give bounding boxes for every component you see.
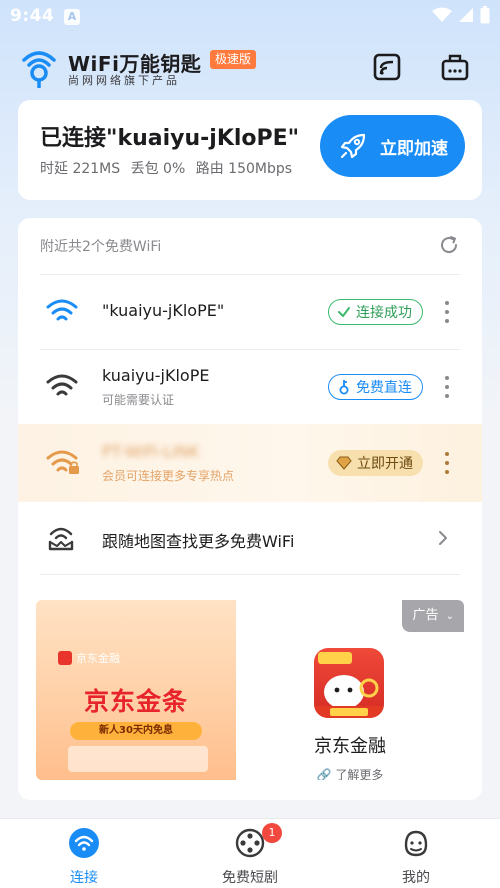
app-header: WiFi万能钥匙 极速版 尚网网络旗下产品 [0, 40, 500, 92]
nearby-heading: 附近共2个免费WiFi [40, 239, 162, 255]
map-search-label: 跟随地图查找更多免费WiFi [102, 532, 295, 551]
tab-short-drama[interactable]: 1 免费短剧 [190, 823, 310, 887]
ad-label-dropdown[interactable]: 广告 ⌄ [402, 600, 464, 632]
bottom-navigation: 连接 1 免费短剧 我的 [0, 818, 500, 888]
connection-stats: 时延 221MS 丢包 0% 路由 150Mbps [40, 158, 298, 178]
status-time: 9:44 [10, 6, 55, 26]
more-options-icon[interactable] [443, 452, 451, 474]
jd-finance-app-icon [314, 648, 384, 718]
learn-more-label: 了解更多 [335, 768, 384, 780]
map-wifi-icon [48, 527, 74, 551]
mascot-icon [314, 652, 384, 718]
free-connect-button[interactable]: 免费直连 [328, 374, 423, 400]
chevron-down-icon: ⌄ [445, 611, 454, 622]
tab-me[interactable]: 我的 [356, 823, 476, 887]
connection-status-card: 已连接"kuaiyu-jKloPE" 时延 221MS 丢包 0% 路由 150… [18, 100, 482, 200]
diamond-icon [336, 456, 352, 470]
connect-wifi-icon [69, 828, 99, 858]
profile-face-icon [404, 830, 428, 857]
wifi-key-logo-icon [22, 51, 56, 88]
ad-tagline: 新人30天内免息 [70, 722, 202, 740]
latency-stat: 时延 221MS [40, 161, 121, 177]
pill-label: 免费直连 [356, 380, 412, 396]
packet-loss-stat: 丢包 0% [130, 161, 186, 177]
ad-brand: 京东金融 [58, 650, 120, 666]
cast-button[interactable] [370, 50, 404, 84]
refresh-icon[interactable] [438, 234, 460, 256]
map-search-link[interactable]: 跟随地图查找更多免费WiFi [18, 502, 482, 574]
toolbox-button[interactable] [438, 50, 472, 84]
pill-label: 立即开通 [357, 456, 413, 472]
ad-learn-more[interactable]: 🔗 了解更多 [236, 766, 464, 780]
status-icons [432, 6, 490, 24]
toolbox-icon [441, 54, 469, 81]
open-vip-button[interactable]: 立即开通 [328, 450, 423, 476]
ad-brand-label: 京东金融 [76, 652, 120, 665]
wifi-name: "kuaiyu-jKloPE" [102, 301, 225, 320]
jd-logo-icon [58, 651, 72, 665]
link-icon: 🔗 [316, 768, 332, 780]
more-options-icon[interactable] [443, 376, 451, 398]
tab-label: 免费短剧 [222, 870, 278, 886]
wifi-auth-note: 可能需要认证 [102, 393, 175, 407]
connected-network-title: 已连接"kuaiyu-jKloPE" [40, 126, 300, 151]
nearby-wifi-card: 附近共2个免费WiFi "kuaiyu-jKloPE" 连接成功 kuaiyu-… [18, 218, 482, 800]
more-options-icon[interactable] [443, 301, 451, 323]
wifi-list-item[interactable]: "kuaiyu-jKloPE" 连接成功 [18, 275, 482, 349]
wifi-list-item[interactable]: kuaiyu-jKloPE 可能需要认证 免费直连 [18, 350, 482, 424]
ad-headline: 京东金条 [83, 687, 188, 716]
divider [40, 574, 460, 575]
wifi-name: kuaiyu-jKloPE [102, 366, 210, 385]
notification-icon: A [64, 9, 80, 25]
ad-banner[interactable]: 京东金融 京东金条 新人30天内免息 广告 ⌄ 京东金融 🔗 了解更多 [36, 600, 464, 780]
app-subtitle: 尚网网络旗下产品 [68, 74, 180, 87]
edition-badge: 极速版 [210, 50, 257, 69]
ad-promo-image[interactable]: 京东金融 京东金条 新人30天内免息 [36, 600, 236, 780]
tab-label: 我的 [402, 870, 430, 886]
check-icon [338, 307, 350, 317]
wifi-signal-icon [432, 7, 452, 22]
accelerate-button[interactable]: 立即加速 [320, 115, 465, 177]
notification-badge: 1 [262, 823, 282, 843]
pill-label: 连接成功 [356, 305, 412, 321]
ad-tag-label: 广告 [412, 608, 439, 623]
chevron-right-icon [439, 531, 447, 545]
rocket-icon [340, 133, 366, 159]
battery-icon [480, 6, 490, 24]
accelerate-label: 立即加速 [380, 138, 448, 159]
tab-connect[interactable]: 连接 [24, 823, 144, 887]
key-icon [339, 380, 349, 395]
wifi-name-blurred: PT-WiFi-LINK [102, 442, 200, 461]
status-bar: 9:44 A [0, 0, 500, 34]
wifi-strong-icon [46, 299, 78, 321]
cast-icon [373, 53, 401, 81]
wifi-locked-icon [46, 450, 79, 474]
vip-wifi-list-item[interactable]: PT-WiFi-LINK 会员可连接更多专享热点 立即开通 [18, 424, 482, 502]
route-speed-stat: 路由 150Mbps [195, 161, 293, 177]
ad-fine-print [68, 746, 208, 772]
ad-app-name: 京东金融 [314, 736, 386, 757]
connected-success-badge[interactable]: 连接成功 [328, 299, 423, 325]
vip-note: 会员可连接更多专享热点 [102, 469, 235, 483]
wifi-icon [46, 374, 78, 396]
tab-label: 连接 [70, 870, 98, 886]
cell-signal-icon [459, 8, 473, 22]
